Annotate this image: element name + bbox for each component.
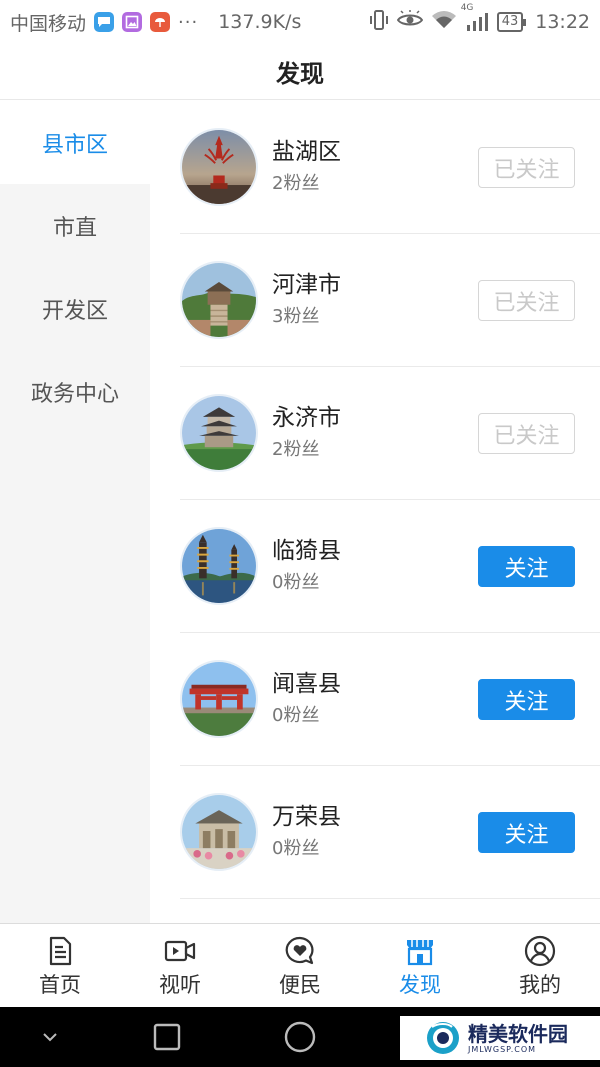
watermark-url: JMLWGSP.COM: [468, 1044, 537, 1054]
fan-count: 0粉丝: [272, 838, 320, 859]
carrier-name: 中国移动: [10, 12, 87, 35]
tab-label: 便民: [279, 972, 321, 997]
message-app-icon: [94, 12, 115, 32]
square-icon: [153, 1023, 181, 1051]
sidebar-item-city-direct[interactable]: 市直: [0, 184, 150, 267]
network-speed: 137.9K/s: [218, 11, 302, 33]
account-avatar: [180, 660, 258, 738]
account-name: 永济市: [272, 405, 341, 431]
site-watermark: 精美软件园 JMLWGSP.COM: [400, 1016, 600, 1060]
vibrate-icon: [369, 9, 389, 36]
nav-hide-button[interactable]: [25, 1007, 75, 1067]
tab-label: 发现: [399, 972, 441, 997]
tab-services[interactable]: 便民: [240, 924, 360, 1007]
video-icon: [164, 940, 196, 961]
followed-button[interactable]: 已关注: [478, 147, 575, 188]
network-type: 4G: [460, 3, 474, 13]
battery-indicator: 43: [496, 12, 526, 32]
account-avatar: [180, 527, 258, 605]
fan-count: 0粉丝: [272, 705, 320, 726]
user-icon: [524, 935, 556, 966]
circle-icon: [284, 1021, 316, 1053]
account-name: 盐湖区: [272, 139, 341, 165]
store-icon: [407, 939, 433, 965]
sidebar-item-government-center[interactable]: 政务中心: [0, 350, 150, 433]
fan-count: 3粉丝: [272, 306, 320, 327]
sidebar-item-development-zone[interactable]: 开发区: [0, 267, 150, 350]
nav-recents-button[interactable]: [140, 1007, 194, 1067]
clock: 13:22: [535, 11, 590, 33]
account-avatar: [180, 128, 258, 206]
list-item[interactable]: 永济市 2粉丝 已关注: [180, 367, 600, 500]
list-item[interactable]: 河津市 3粉丝 已关注: [180, 234, 600, 367]
sidebar-item-county-district[interactable]: 县市区: [0, 101, 150, 184]
category-sidebar: 县市区 市直 开发区 政务中心: [0, 101, 150, 923]
account-name: 闻喜县: [272, 671, 341, 697]
account-name: 临猗县: [272, 538, 341, 564]
status-bar: 中国移动 ··· 137.9K/s 4G 43 13:22: [0, 0, 600, 44]
nav-home-button[interactable]: [272, 1007, 328, 1067]
tab-mine[interactable]: 我的: [480, 924, 600, 1007]
weather-app-icon: [150, 12, 171, 32]
tab-home[interactable]: 首页: [0, 924, 120, 1007]
watermark-logo-icon: [427, 1022, 459, 1054]
list-item[interactable]: 临猗县 0粉丝 关注: [180, 500, 600, 633]
tab-label: 首页: [39, 972, 81, 997]
page-title: 发现: [276, 60, 324, 88]
page-header: 发现: [0, 44, 600, 100]
fan-count: 2粉丝: [272, 439, 320, 460]
wifi-icon: [431, 10, 457, 35]
follow-button[interactable]: 关注: [478, 546, 575, 587]
follow-button[interactable]: 关注: [478, 812, 575, 853]
account-name: 河津市: [272, 272, 341, 298]
list-item[interactable]: 万荣县 0粉丝 关注: [180, 766, 600, 899]
tab-video[interactable]: 视听: [120, 924, 240, 1007]
followed-button[interactable]: 已关注: [478, 413, 575, 454]
account-avatar: [180, 793, 258, 871]
account-avatar: [180, 394, 258, 472]
watermark-name: 精美软件园: [468, 1021, 568, 1046]
tab-label: 我的: [519, 972, 561, 997]
gallery-app-icon: [122, 12, 143, 32]
list-item[interactable]: 闻喜县 0粉丝 关注: [180, 633, 600, 766]
cellular-signal-icon: 4G: [461, 3, 489, 32]
chevron-down-icon: [43, 1033, 57, 1042]
account-avatar: [180, 261, 258, 339]
fan-count: 0粉丝: [272, 572, 320, 593]
tab-discover[interactable]: 发现: [360, 924, 480, 1007]
fan-count: 2粉丝: [272, 173, 320, 194]
follow-button[interactable]: 关注: [478, 679, 575, 720]
account-name: 万荣县: [272, 804, 341, 830]
more-notifications: ···: [178, 11, 199, 33]
list-item[interactable]: 盐湖区 2粉丝 已关注: [180, 101, 600, 234]
heart-chat-icon: [285, 936, 314, 964]
followed-button[interactable]: 已关注: [478, 280, 575, 321]
document-icon: [49, 936, 72, 965]
account-list: 盐湖区 2粉丝 已关注 河津市 3粉丝 已关注 永济市 2粉丝 已关注 临猗县 …: [150, 101, 600, 923]
eye-comfort-icon: [396, 9, 423, 35]
tab-label: 视听: [159, 972, 201, 997]
bottom-tab-bar: 首页 视听 便民 发现 我的: [0, 923, 600, 1007]
